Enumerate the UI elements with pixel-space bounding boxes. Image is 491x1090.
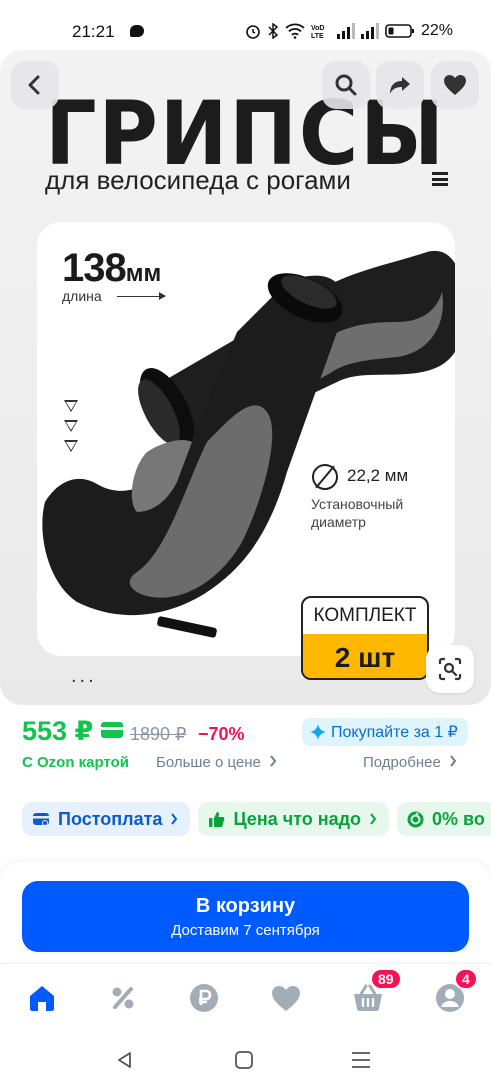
- percent-icon: [112, 987, 134, 1009]
- bluetooth-icon: [268, 23, 279, 39]
- image-search-button[interactable]: [426, 645, 474, 693]
- kit-count: 2 шт: [303, 634, 427, 678]
- chip-postpay-label: Постоплата: [58, 808, 163, 829]
- nav-profile[interactable]: 4: [432, 968, 478, 1016]
- more-about-price-label: Больше о цене: [156, 754, 261, 771]
- chat-notification-icon: [130, 25, 144, 37]
- delivery-date: Доставим 7 сентября: [171, 922, 320, 939]
- chip-good-price[interactable]: Цена что надо: [198, 802, 390, 836]
- battery-percent: 22%: [420, 22, 453, 39]
- bike-grips-illustration: [42, 250, 455, 638]
- share-button[interactable]: [376, 61, 424, 109]
- diameter-label: Установочный диаметр: [311, 496, 404, 530]
- diameter-value: 22,2 мм: [347, 466, 409, 485]
- chevron-right-icon: [370, 813, 377, 825]
- nav-sale[interactable]: [105, 980, 141, 1016]
- hero-menu-decoration: [432, 172, 448, 186]
- dots-decoration: ...: [71, 665, 97, 687]
- more-detail-label: Подробнее: [363, 754, 441, 771]
- buy-for-label: Покупайте за 1 ₽: [331, 724, 458, 741]
- chevron-right-icon: [171, 813, 178, 825]
- installment-icon: [407, 811, 424, 827]
- thumbs-up-icon: [209, 811, 225, 827]
- card-icon: [101, 722, 123, 738]
- more-detail-link[interactable]: Подробнее: [363, 754, 457, 771]
- signal-icon-2: [360, 23, 379, 39]
- chip-installment-label: 0% во: [432, 808, 485, 829]
- promo-chips: Постоплата Цена что надо 0% во: [22, 802, 491, 836]
- product-photo-card: 138мм длина 22,2 мм Установочный диаметр…: [37, 222, 455, 687]
- current-price: 553 ₽: [22, 716, 94, 746]
- system-back-icon[interactable]: [115, 1050, 135, 1070]
- diameter-icon: [312, 464, 338, 490]
- svg-text:VoD: VoD: [311, 25, 324, 32]
- alarm-icon: [246, 25, 260, 39]
- ruble-icon: [190, 984, 218, 1012]
- sparkle-icon: [310, 724, 326, 740]
- promo-chips-scroller[interactable]: Постоплата Цена что надо 0% во: [0, 795, 491, 843]
- discount-badge: −70%: [198, 724, 245, 744]
- share-icon: [390, 77, 410, 94]
- chevron-right-icon: [270, 755, 277, 767]
- nav-favorites[interactable]: [268, 980, 304, 1016]
- buy-for-promo[interactable]: Покупайте за 1 ₽: [302, 718, 468, 746]
- hero-subtitle: для велосипеда с рогами: [45, 165, 351, 195]
- nav-cart[interactable]: 89: [350, 968, 402, 1016]
- chip-installment[interactable]: 0% во: [397, 802, 491, 836]
- status-time: 21:21: [72, 22, 115, 41]
- back-button[interactable]: [11, 61, 59, 109]
- nav-ozon-bank[interactable]: [186, 980, 222, 1016]
- search-button[interactable]: [322, 61, 370, 109]
- wifi-icon: [285, 23, 305, 39]
- heart-icon: [444, 75, 466, 95]
- system-home-icon[interactable]: [234, 1050, 254, 1070]
- cart-badge: 89: [370, 968, 402, 990]
- postpay-icon: [33, 813, 49, 826]
- signal-icon-1: [336, 23, 355, 39]
- svg-text:LTE: LTE: [311, 33, 324, 39]
- favorite-button[interactable]: [431, 61, 479, 109]
- ozon-card-label: С Ozon картой: [22, 754, 130, 771]
- system-navigation-bar: [0, 1034, 491, 1090]
- home-icon: [30, 986, 54, 1011]
- more-about-price-link[interactable]: Больше о цене: [156, 754, 277, 771]
- bottom-navigation: 89 4: [0, 963, 491, 1033]
- volte-icon: VoDLTE: [311, 25, 324, 39]
- nav-home[interactable]: [24, 980, 60, 1016]
- battery-icon: [385, 24, 414, 38]
- chevron-right-icon: [450, 755, 457, 767]
- chip-postpay[interactable]: Постоплата: [22, 802, 191, 836]
- kit-label: КОМПЛЕКТ: [313, 605, 417, 626]
- add-to-cart-label: В корзину: [195, 895, 296, 917]
- status-icons: VoD LTE 22%: [245, 22, 453, 40]
- add-to-cart-button[interactable]: В корзину Доставим 7 сентября: [22, 881, 469, 952]
- system-menu-icon[interactable]: [350, 1050, 372, 1070]
- profile-badge: 4: [454, 968, 478, 990]
- old-price: 1890 ₽: [130, 724, 187, 744]
- product-image[interactable]: ГРИПСЫ для велосипеда с рогами 138мм дли…: [0, 50, 491, 705]
- image-search-icon: [438, 657, 462, 681]
- chevron-left-icon: [28, 75, 40, 95]
- chip-good-price-label: Цена что надо: [233, 808, 362, 829]
- heart-icon: [272, 985, 300, 1011]
- kit-badge: КОМПЛЕКТ 2 шт: [301, 596, 429, 680]
- search-icon: [335, 74, 357, 96]
